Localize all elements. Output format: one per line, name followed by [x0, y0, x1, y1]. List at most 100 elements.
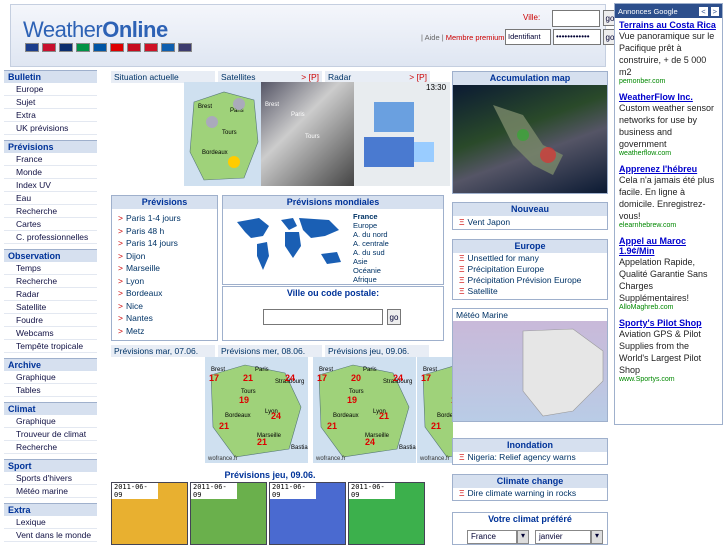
sidebar-item[interactable]: Radar	[4, 288, 97, 301]
sidebar-item[interactable]: Webcams	[4, 327, 97, 340]
sidebar-item[interactable]: Météo marine	[4, 485, 97, 498]
sidebar-item[interactable]: Monde	[4, 166, 97, 179]
sidebar-section-title[interactable]: Climat	[4, 402, 97, 415]
meteo-marine-map[interactable]	[453, 321, 607, 421]
ville-postale-input[interactable]	[263, 309, 383, 325]
sidebar-item[interactable]: Lexique	[4, 516, 97, 529]
forecast-map[interactable]: BrestParisStrasbourgToursLyonBordeauxMar…	[313, 357, 416, 463]
ad-block[interactable]: Appel au Maroc 1.9¢/Min Appelation Rapide…	[615, 234, 722, 316]
forecast-day-label[interactable]: Prévisions mar, 07.06.	[111, 345, 215, 357]
ad-url-text[interactable]: weatherflow.com	[619, 150, 718, 157]
prevision-link[interactable]: > Paris 48 h	[118, 225, 211, 238]
prevision-link[interactable]: > Paris 14 jours	[118, 237, 211, 250]
ads-next-icon[interactable]: >	[710, 6, 719, 16]
aide-link[interactable]: | Aide |	[421, 33, 444, 42]
country-select-arrow-icon[interactable]: ▾	[517, 530, 529, 544]
mondiales-region-link[interactable]: Océanie	[353, 266, 389, 275]
sidebar-item[interactable]: Extra	[4, 109, 97, 122]
satellite-map[interactable]: Brest Paris Tours	[261, 82, 354, 186]
language-flag-icon[interactable]	[144, 43, 158, 52]
sidebar-item[interactable]: Foudre	[4, 314, 97, 327]
inondation-link[interactable]: Ξ Nigeria: Relief agency warns	[459, 452, 601, 463]
meteo-marine-panel[interactable]: Météo Marine	[452, 308, 608, 422]
accumulation-map[interactable]	[453, 85, 607, 193]
language-flag-icon[interactable]	[25, 43, 39, 52]
prevision-link[interactable]: > Paris 1-4 jours	[118, 212, 211, 225]
sidebar-item[interactable]: Recherche	[4, 275, 97, 288]
ad-title-link[interactable]: Apprenez l'hébreu	[619, 164, 718, 174]
membre-premium-link[interactable]: Membre premium	[446, 33, 505, 42]
world-map[interactable]	[229, 212, 347, 276]
mondiales-region-link[interactable]: A. du nord	[353, 230, 389, 239]
sidebar-item[interactable]: Sports d'hivers	[4, 472, 97, 485]
sidebar-section-title[interactable]: Observation	[4, 249, 97, 262]
sidebar-item[interactable]: Tables	[4, 384, 97, 397]
sidebar-item[interactable]: Europe	[4, 83, 97, 96]
language-flag-icon[interactable]	[178, 43, 192, 52]
month-select-arrow-icon[interactable]: ▾	[591, 530, 603, 544]
language-flag-icon[interactable]	[110, 43, 124, 52]
ad-block[interactable]: Sporty's Pilot Shop Aviation GPS & Pilot …	[615, 316, 722, 388]
ad-url-text[interactable]: AlloMaghreb.com	[619, 304, 718, 311]
sidebar-item[interactable]: France	[4, 153, 97, 166]
sidebar-section-title[interactable]: Prévisions	[4, 140, 97, 153]
europe-link[interactable]: Ξ Précipitation Prévision Europe	[459, 275, 601, 286]
language-flag-icon[interactable]	[93, 43, 107, 52]
ad-url-text[interactable]: www.Sportys.com	[619, 376, 718, 383]
ad-block[interactable]: Apprenez l'hébreu Cela n'a jamais été plu…	[615, 162, 722, 234]
prevision-link[interactable]: > Nice	[118, 300, 211, 313]
sidebar-item[interactable]: Recherche	[4, 441, 97, 454]
forecast-day-label[interactable]: Prévisions mer, 08.06.	[218, 345, 322, 357]
prevision-link[interactable]: > Bordeaux	[118, 287, 211, 300]
mondiales-region-link[interactable]: Afrique	[353, 275, 389, 284]
ad-block[interactable]: WeatherFlow Inc. Custom weather sensor ne…	[615, 90, 722, 162]
radar-map[interactable]: 13:30	[354, 82, 450, 186]
ad-block[interactable]: Terrains au Costa Rica Vue panoramique su…	[615, 18, 722, 90]
sidebar-item[interactable]: Graphique	[4, 415, 97, 428]
sidebar-item[interactable]: UK prévisions	[4, 122, 97, 135]
weatheronline-logo[interactable]: WeatherOnline	[23, 17, 168, 43]
prevision-link[interactable]: > Lyon	[118, 275, 211, 288]
sidebar-section-title[interactable]: Sport	[4, 459, 97, 472]
prevision-link[interactable]: > Nantes	[118, 312, 211, 325]
country-select[interactable]: France	[467, 530, 517, 544]
forecast-map[interactable]: BrestParisStrasbourgToursLyonBordeauxMar…	[205, 357, 308, 463]
climate-link[interactable]: Ξ Dire climate warning in rocks	[459, 488, 601, 499]
sidebar-item[interactable]: Sujet	[4, 96, 97, 109]
sidebar-item[interactable]: C. professionnelles	[4, 231, 97, 244]
forecast-day-label[interactable]: Prévisions jeu, 09.06.	[325, 345, 429, 357]
language-flag-icon[interactable]	[76, 43, 90, 52]
sidebar-item[interactable]: Graphique	[4, 371, 97, 384]
sidebar-item[interactable]: Cartes	[4, 218, 97, 231]
accumulation-panel[interactable]: Accumulation map	[452, 71, 608, 194]
sidebar-section-title[interactable]: Archive	[4, 358, 97, 371]
month-select[interactable]: janvier	[535, 530, 591, 544]
ad-title-link[interactable]: Appel au Maroc 1.9¢/Min	[619, 236, 718, 256]
mondiales-region-link[interactable]: A. centrale	[353, 239, 389, 248]
sidebar-item[interactable]: Recherche	[4, 205, 97, 218]
sidebar-section-title[interactable]: Extra	[4, 503, 97, 516]
identifiant-input[interactable]: Identifiant	[505, 29, 551, 45]
forecast-map[interactable]: BrestParisStrasbourgToursLyonBordeauxMar…	[417, 357, 453, 463]
ville-search-input[interactable]	[552, 10, 600, 27]
sidebar-item[interactable]: Trouveur de climat	[4, 428, 97, 441]
ads-prev-icon[interactable]: <	[699, 6, 708, 16]
sidebar-item[interactable]: Index UV	[4, 179, 97, 192]
ad-title-link[interactable]: Sporty's Pilot Shop	[619, 318, 718, 328]
europe-link[interactable]: Ξ Précipitation Europe	[459, 264, 601, 275]
bottom-forecast-map[interactable]: 2011-06-09	[111, 482, 188, 545]
bottom-forecast-map[interactable]: 2011-06-09	[348, 482, 425, 545]
sidebar-item[interactable]: Eau	[4, 192, 97, 205]
situation-map[interactable]: Brest Paris Tours Bordeaux	[184, 82, 261, 186]
bottom-forecast-map[interactable]: 2011-06-09	[269, 482, 346, 545]
mondiales-region-link[interactable]: A. du sud	[353, 248, 389, 257]
language-flag-icon[interactable]	[59, 43, 73, 52]
ad-title-link[interactable]: Terrains au Costa Rica	[619, 20, 718, 30]
ville-postale-go-button[interactable]: go	[387, 309, 401, 325]
nouveau-link[interactable]: Ξ Vent Japon	[459, 217, 601, 228]
ad-url-text[interactable]: pemonber.com	[619, 78, 718, 85]
sidebar-item[interactable]: Satellite	[4, 301, 97, 314]
language-flag-icon[interactable]	[42, 43, 56, 52]
mondiales-region-link[interactable]: Europe	[353, 221, 389, 230]
sidebar-item[interactable]: Temps	[4, 262, 97, 275]
